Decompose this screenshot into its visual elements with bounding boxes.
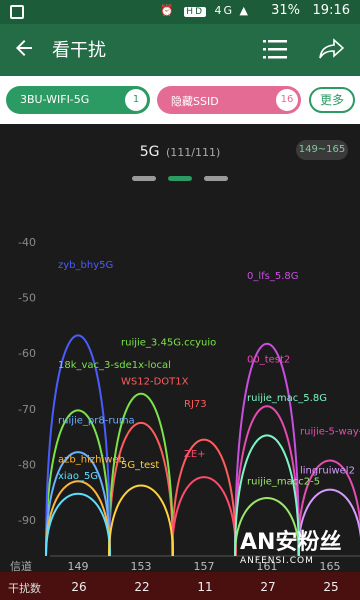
watermark-site: ANFENSI.COM xyxy=(240,556,314,566)
network-signal-curve xyxy=(108,484,174,557)
network-signal-curve xyxy=(45,409,111,557)
network-signal-curve xyxy=(108,422,174,557)
y-tick-label: -50 xyxy=(18,292,36,305)
notification-icon xyxy=(10,5,24,19)
y-tick-label: -90 xyxy=(18,514,36,527)
network-name-label: 00_test2 xyxy=(247,354,290,365)
network-signal-curve xyxy=(171,476,237,557)
battery-percent: 31% xyxy=(271,3,300,18)
y-tick-label: -60 xyxy=(18,347,36,360)
page-title: 看干扰 xyxy=(52,40,106,61)
wifi-filter-count: 1 xyxy=(125,89,147,111)
wifi-filter-label: 3BU-WIFI-5G xyxy=(20,93,90,106)
app-root: ⏰ HD 4G ▲ 31% 19:16 看干扰 3BU-WIFI-5G 1 隐藏… xyxy=(0,0,360,600)
filter-bar: 3BU-WIFI-5G 1 隐藏SSID 16 更多 xyxy=(0,76,360,124)
more-button[interactable]: 更多 xyxy=(309,87,355,113)
network-name-label: ZE+ xyxy=(184,449,206,460)
network-name-label: lingruiwel2 xyxy=(300,466,355,477)
status-icons: ⏰ HD 4G ▲ xyxy=(160,4,250,17)
signal-icon: ▲ xyxy=(239,4,250,17)
interference-count: 27 xyxy=(260,580,276,594)
network-name-label: ruijie-5-way-ext xyxy=(300,427,360,438)
network-name-label: 18k_vac_3-sde1x-local xyxy=(58,360,171,371)
network-name-label: RJ73 xyxy=(184,399,207,410)
network-name-label: xiao_5G xyxy=(58,471,98,482)
network-signal-curve xyxy=(45,480,111,557)
interference-count: 22 xyxy=(134,580,150,594)
hidden-ssid-label: 隐藏SSID xyxy=(171,95,219,108)
interference-count: 25 xyxy=(323,580,339,594)
network-name-label: ruijie_mac_5.8G xyxy=(247,393,327,404)
share-arrow-icon[interactable] xyxy=(318,37,344,61)
hidden-ssid-chip[interactable]: 隐藏SSID 16 xyxy=(157,86,301,114)
network-name-label: azb_hizhiweb xyxy=(58,454,125,465)
alarm-icon: ⏰ xyxy=(160,4,176,17)
interference-label: 干扰数 xyxy=(8,582,41,595)
status-bar: ⏰ HD 4G ▲ 31% 19:16 xyxy=(0,0,360,24)
y-tick-label: -80 xyxy=(18,458,36,471)
x-axis-label: 信道 xyxy=(10,559,32,573)
interference-count: 11 xyxy=(197,580,213,594)
hd-badge: HD xyxy=(184,7,206,17)
network-name-label: WS12-DOT1X xyxy=(121,377,189,388)
watermark-brand: AN安粉丝 xyxy=(240,530,342,555)
arrow-left-icon[interactable] xyxy=(12,36,36,60)
clock: 19:16 xyxy=(312,3,350,18)
y-tick-label: -40 xyxy=(18,236,36,249)
network-name-label: zyb_bhy5G xyxy=(58,260,113,271)
network-signal-curve xyxy=(45,451,111,557)
network-name-label: ruijie_pr8-ruma xyxy=(58,415,135,426)
list-menu-icon[interactable] xyxy=(263,38,287,60)
network-name-label: ruijie_3.45G.ccyuio xyxy=(121,338,216,349)
network-label: 4G xyxy=(214,4,235,17)
watermark-logo: AN安粉丝 ANFENSI.COM xyxy=(240,524,341,566)
interference-count-row: 干扰数 26 22 11 27 25 xyxy=(0,572,360,600)
wifi-filter-chip[interactable]: 3BU-WIFI-5G 1 xyxy=(6,86,150,114)
interference-count: 26 xyxy=(71,580,87,594)
network-name-label: 0_lfs_5.8G xyxy=(247,271,299,282)
network-name-label: 5G_test xyxy=(121,460,159,471)
y-tick-label: -70 xyxy=(18,403,36,416)
network-name-label: ruijie_macc2-5 xyxy=(247,477,320,488)
app-bar: 看干扰 xyxy=(0,24,360,76)
hidden-ssid-count: 16 xyxy=(276,89,298,111)
